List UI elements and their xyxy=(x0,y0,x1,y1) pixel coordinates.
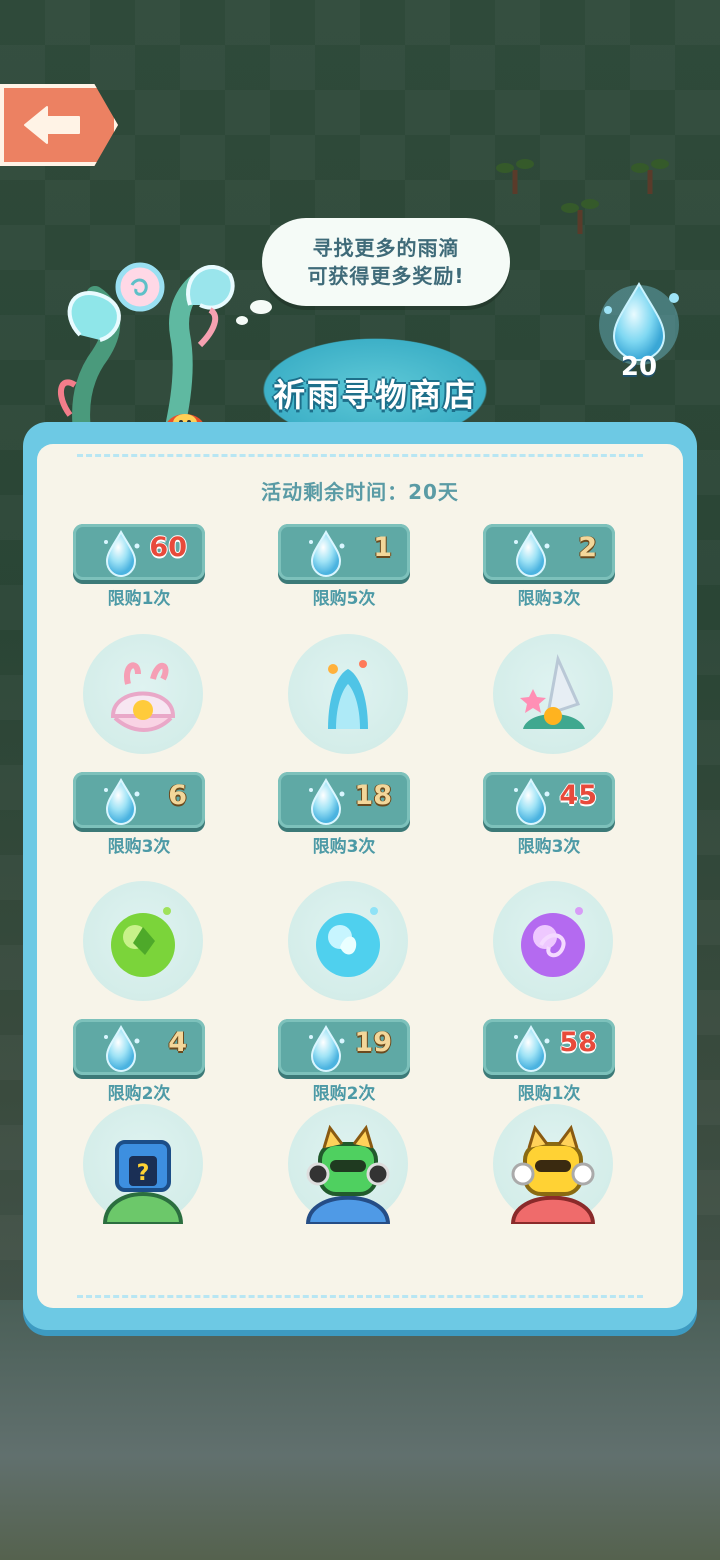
purchase-limit: 限购5次 xyxy=(312,589,376,609)
shop-title-banner: 祈雨寻物商店 xyxy=(245,320,505,430)
purchase-limit: 限购3次 xyxy=(517,589,581,609)
purchase-limit: 限购3次 xyxy=(517,837,581,857)
shop-item[interactable]: 6 限购3次 xyxy=(73,634,213,874)
tree-sprout-icon xyxy=(496,159,534,194)
green-cat-robot-icon xyxy=(288,1104,408,1226)
buy-price-button[interactable]: 19 xyxy=(278,1019,410,1075)
raindrop-icon xyxy=(306,1023,346,1073)
raindrop-count: 20 xyxy=(620,352,658,382)
price-value: 45 xyxy=(559,780,597,811)
raindrop-counter: 20 xyxy=(594,270,684,390)
hint-bubble: 寻找更多的雨滴 可获得更多奖励! xyxy=(262,218,510,306)
bubble-tail xyxy=(250,300,272,314)
raindrop-icon xyxy=(511,528,551,578)
buy-price-button[interactable]: 4 xyxy=(73,1019,205,1075)
price-value: 6 xyxy=(168,780,187,811)
raindrop-icon xyxy=(511,1023,551,1073)
tree-sprout-icon xyxy=(561,199,599,234)
buy-price-button[interactable]: 58 xyxy=(483,1019,615,1075)
purchase-limit: 限购1次 xyxy=(107,589,171,609)
shop-item-grid[interactable]: 60 限购1次 1 限购5次 2 限购3次 6 限购3次 18 限购3次 45 限购3次 4 限购2次 19… xyxy=(37,524,683,1238)
mystery-bag-icon: ? xyxy=(83,1104,203,1226)
raindrop-icon xyxy=(306,776,346,826)
price-value: 58 xyxy=(559,1027,597,1058)
purchase-limit: 限购1次 xyxy=(517,1084,581,1104)
shop-item[interactable]: 60 限购1次 xyxy=(73,524,213,626)
hint-line-1: 寻找更多的雨滴 xyxy=(312,236,460,260)
raindrop-icon xyxy=(306,528,346,578)
shop-panel: 活动剩余时间：20天 60 限购1次 1 限购5次 2 限购3次 6 限购3次 18 限购3次 45… xyxy=(23,422,697,1330)
shop-item[interactable]: 45 限购3次 xyxy=(483,634,623,874)
buy-price-button[interactable]: 6 xyxy=(73,772,205,828)
yellow-cat-robot-icon xyxy=(493,1104,613,1226)
buy-price-button[interactable]: 18 xyxy=(278,772,410,828)
shop-item[interactable]: ? xyxy=(73,1104,213,1238)
shop-item[interactable]: 18 限购3次 xyxy=(278,634,418,874)
purchase-limit: 限购3次 xyxy=(107,837,171,857)
shop-title: 祈雨寻物商店 xyxy=(272,376,477,414)
tree-sprout-icon xyxy=(631,159,669,194)
buy-price-button[interactable]: 60 xyxy=(73,524,205,580)
water-fountain-icon xyxy=(288,634,408,754)
shop-item[interactable]: 2 限购3次 xyxy=(483,524,623,626)
background-street xyxy=(0,1300,720,1560)
price-value: 1 xyxy=(373,532,392,563)
price-value: 2 xyxy=(578,532,597,563)
shop-panel-inner: 活动剩余时间：20天 60 限购1次 1 限购5次 2 限购3次 6 限购3次 18 限购3次 45… xyxy=(37,444,683,1308)
cyan-orb-icon xyxy=(288,881,408,1001)
raindrop-icon xyxy=(101,776,141,826)
hint-line-2: 可获得更多奖励! xyxy=(307,264,465,288)
price-value: 18 xyxy=(354,780,392,811)
shop-item[interactable] xyxy=(278,1104,418,1238)
shop-item[interactable]: 1 限购5次 xyxy=(278,524,418,626)
price-value: 19 xyxy=(354,1027,392,1058)
purple-orb-icon xyxy=(493,881,613,1001)
buy-price-button[interactable]: 45 xyxy=(483,772,615,828)
raindrop-icon xyxy=(101,528,141,578)
shop-item[interactable]: 19 限购2次 xyxy=(278,881,418,1121)
purchase-limit: 限购3次 xyxy=(312,837,376,857)
price-value: 60 xyxy=(149,532,187,563)
buy-price-button[interactable]: 1 xyxy=(278,524,410,580)
remaining-time: 活动剩余时间：20天 xyxy=(261,480,459,504)
back-button[interactable] xyxy=(0,84,118,166)
buy-price-button[interactable]: 2 xyxy=(483,524,615,580)
svg-text:?: ? xyxy=(137,1161,150,1186)
arrow-left-icon xyxy=(24,106,80,144)
divider xyxy=(77,1295,643,1298)
seashell-rock-icon xyxy=(493,634,613,754)
raindrop-icon xyxy=(101,1023,141,1073)
raindrop-icon xyxy=(511,776,551,826)
green-orb-icon xyxy=(83,881,203,1001)
price-value: 4 xyxy=(168,1027,187,1058)
purchase-limit: 限购2次 xyxy=(107,1084,171,1104)
divider xyxy=(77,454,643,457)
purchase-limit: 限购2次 xyxy=(312,1084,376,1104)
shell-coral-icon xyxy=(83,634,203,754)
shop-item[interactable]: 58 限购1次 xyxy=(483,881,623,1121)
shop-item[interactable] xyxy=(483,1104,623,1238)
shop-item[interactable]: 4 限购2次 xyxy=(73,881,213,1121)
